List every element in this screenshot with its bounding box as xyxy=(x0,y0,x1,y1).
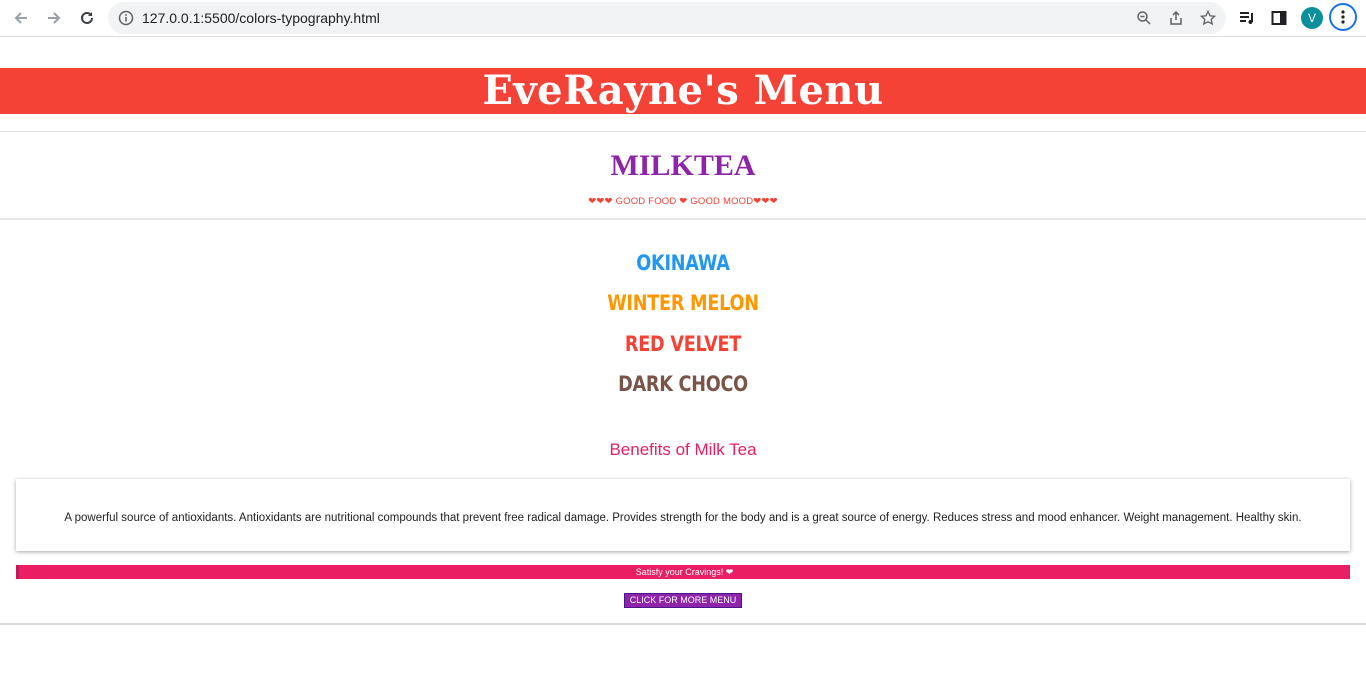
more-menu-button[interactable]: CLICK FOR MORE MENU xyxy=(624,593,742,608)
page-content: EveRayne's Menu MILKTEA ❤❤❤ GOOD FOOD ❤ … xyxy=(0,37,1366,681)
side-panel-icon[interactable] xyxy=(1267,6,1291,30)
back-icon[interactable] xyxy=(9,6,33,30)
page-title: EveRayne's Menu xyxy=(482,67,884,114)
browser-toolbar: 127.0.0.1:5500/colors-typography.html V xyxy=(0,0,1366,37)
benefits-card: A powerful source of antioxidants. Antio… xyxy=(16,479,1350,551)
forward-icon[interactable] xyxy=(42,6,66,30)
flavor-okinawa: OKINAWA xyxy=(636,251,730,275)
media-icon[interactable] xyxy=(1235,6,1259,30)
tagline: ❤❤❤ GOOD FOOD ❤ GOOD MOOD❤❤❤ xyxy=(588,196,778,207)
flavor-dark-choco: DARK CHOCO xyxy=(618,372,748,396)
url-text[interactable]: 127.0.0.1:5500/colors-typography.html xyxy=(142,2,380,34)
avatar[interactable]: V xyxy=(1301,7,1323,29)
benefits-text: A powerful source of antioxidants. Antio… xyxy=(64,511,1302,524)
divider xyxy=(0,623,1366,625)
cravings-bar: Satisfy your Cravings! ❤ xyxy=(16,565,1350,579)
flavor-winter-melon: WINTER MELON xyxy=(607,291,759,315)
divider xyxy=(0,131,1366,132)
section-title: MILKTEA xyxy=(610,149,756,182)
reload-icon[interactable] xyxy=(75,6,99,30)
share-icon[interactable] xyxy=(1166,8,1186,28)
flavor-red-velvet: RED VELVET xyxy=(624,332,742,356)
cravings-text: Satisfy your Cravings! ❤ xyxy=(635,567,734,577)
menu-icon[interactable] xyxy=(1329,3,1357,31)
benefits-heading: Benefits of Milk Tea xyxy=(609,440,757,459)
info-icon[interactable] xyxy=(118,10,134,26)
divider xyxy=(0,218,1366,220)
header-banner: EveRayne's Menu xyxy=(0,68,1366,114)
zoom-icon[interactable] xyxy=(1134,8,1154,28)
star-icon[interactable] xyxy=(1198,8,1218,28)
address-bar[interactable]: 127.0.0.1:5500/colors-typography.html xyxy=(108,2,1226,34)
